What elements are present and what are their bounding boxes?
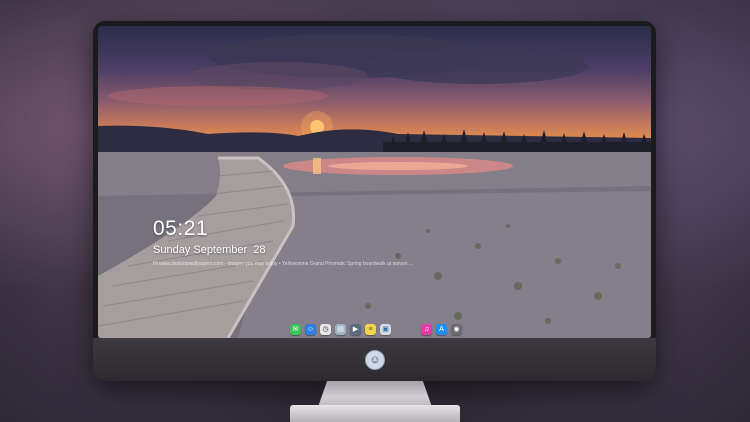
lock-screen-time: 05:21 [153,217,209,240]
preview-glyph: ▤ [337,325,344,333]
clock-icon[interactable]: ◷ [320,323,331,335]
monitor: 05:21 Sunday September 28 Hi www.desktop… [93,21,656,381]
brand-logo-icon: ☺ [365,350,385,370]
finder-glyph: ☺ [306,325,315,333]
camera-glyph: ◉ [453,325,460,333]
monitor-base [290,405,460,422]
itunes-icon[interactable]: ♫ [421,323,432,335]
photos-icon[interactable]: ▣ [380,323,391,335]
wallpaper [98,34,651,338]
messages-icon[interactable]: ✉ [290,323,301,335]
dock: ✉ ☺ ◷ ▤ ▶ ≡ ▣ ♫ A ◉ [290,322,462,336]
notes-icon[interactable]: ≡ [365,323,376,335]
preview-icon[interactable]: ▤ [335,323,346,335]
messages-glyph: ✉ [292,325,299,333]
camera-icon[interactable]: ◉ [451,323,462,335]
lock-screen-date: Sunday September 28 [153,244,266,256]
final-cut-glyph: ▶ [352,325,359,333]
monitor-stand [318,381,432,407]
monitor-chin: ☺ [93,338,656,381]
clock-glyph: ◷ [322,325,329,333]
itunes-glyph: ♫ [423,325,430,333]
notes-glyph: ≡ [368,325,373,333]
lock-screen[interactable]: 05:21 Sunday September 28 Hi www.desktop… [98,26,651,338]
final-cut-icon[interactable]: ▶ [350,323,361,335]
app-store-icon[interactable]: A [436,323,447,335]
wallpaper-caption: Hi www.desktopwallpapers.com - images yo… [153,261,413,267]
brand-logo-glyph: ☺ [369,353,381,366]
finder-icon[interactable]: ☺ [305,323,316,335]
app-store-glyph: A [439,325,444,333]
photos-glyph: ▣ [382,325,389,333]
